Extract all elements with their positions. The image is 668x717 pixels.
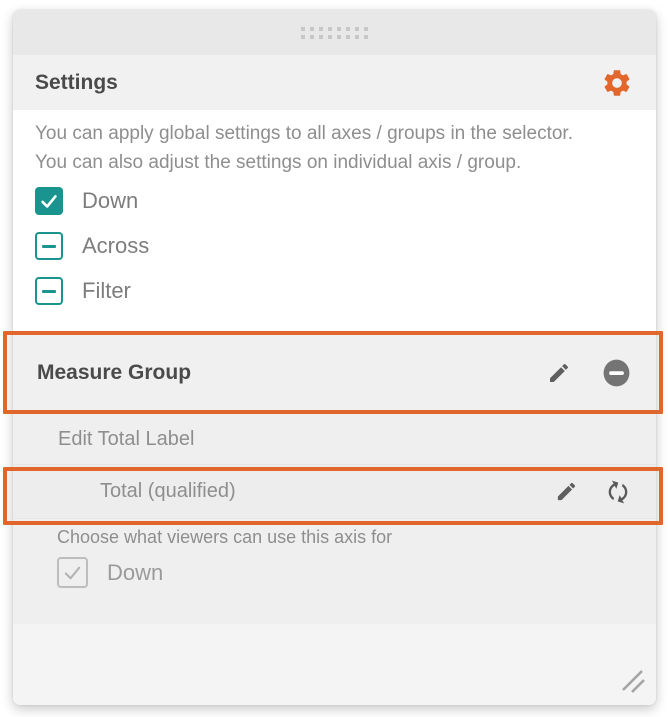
refresh-icon [599,473,637,511]
panel-footer [13,624,656,705]
edit-measure-group-button[interactable] [547,361,571,385]
checkbox-down[interactable] [35,187,63,215]
edit-total-label-heading: Edit Total Label [58,428,195,450]
checkbox-filter[interactable] [35,277,63,305]
viewer-axis-heading: Choose what viewers can use this axis fo… [57,527,393,547]
gear-icon [601,67,633,99]
checkbox-label-across[interactable]: Across [82,233,149,259]
pencil-icon [547,361,571,385]
edit-total-label-button[interactable] [555,480,578,503]
global-settings-section: You can apply global settings to all axe… [13,110,656,333]
indeterminate-dash-icon [42,289,56,293]
total-label-value: Total (qualified) [100,480,236,502]
checkmark-icon [38,190,60,212]
remove-measure-group-button[interactable] [601,357,632,389]
description-line-2: You can also adjust the settings on indi… [35,152,522,173]
checkbox-label-down[interactable]: Down [82,188,138,214]
indeterminate-dash-icon [42,244,56,248]
checkbox-label-filter[interactable]: Filter [82,278,131,304]
description-line-1: You can apply global settings to all axe… [35,123,573,144]
checkbox-row-down-disabled: Down [57,557,656,588]
checkbox-down-disabled [57,557,88,588]
page-title: Settings [35,70,118,94]
measure-group-row: Measure Group [13,333,656,411]
checkbox-across[interactable] [35,232,63,260]
reset-total-label-button[interactable] [604,478,632,506]
drag-dots-icon [301,26,368,39]
settings-gear-button[interactable] [600,66,634,100]
checkbox-row-down[interactable]: Down [35,187,634,215]
checkbox-row-filter[interactable]: Filter [35,277,634,305]
settings-panel: Settings You can apply global settings t… [13,10,656,705]
pencil-icon [555,480,578,503]
measure-group-title: Measure Group [37,360,192,384]
settings-header: Settings [13,55,656,110]
checkmark-icon [61,561,84,584]
total-label-row: Total (qualified) [13,464,656,519]
checkbox-row-across[interactable]: Across [35,232,634,260]
remove-circle-icon [601,357,632,389]
measure-group-settings: Edit Total Label Total (qualified) Choos… [13,411,656,624]
resize-grip-icon[interactable] [619,667,646,699]
panel-drag-handle[interactable] [13,10,656,55]
checkbox-label-down-disabled: Down [107,559,164,585]
